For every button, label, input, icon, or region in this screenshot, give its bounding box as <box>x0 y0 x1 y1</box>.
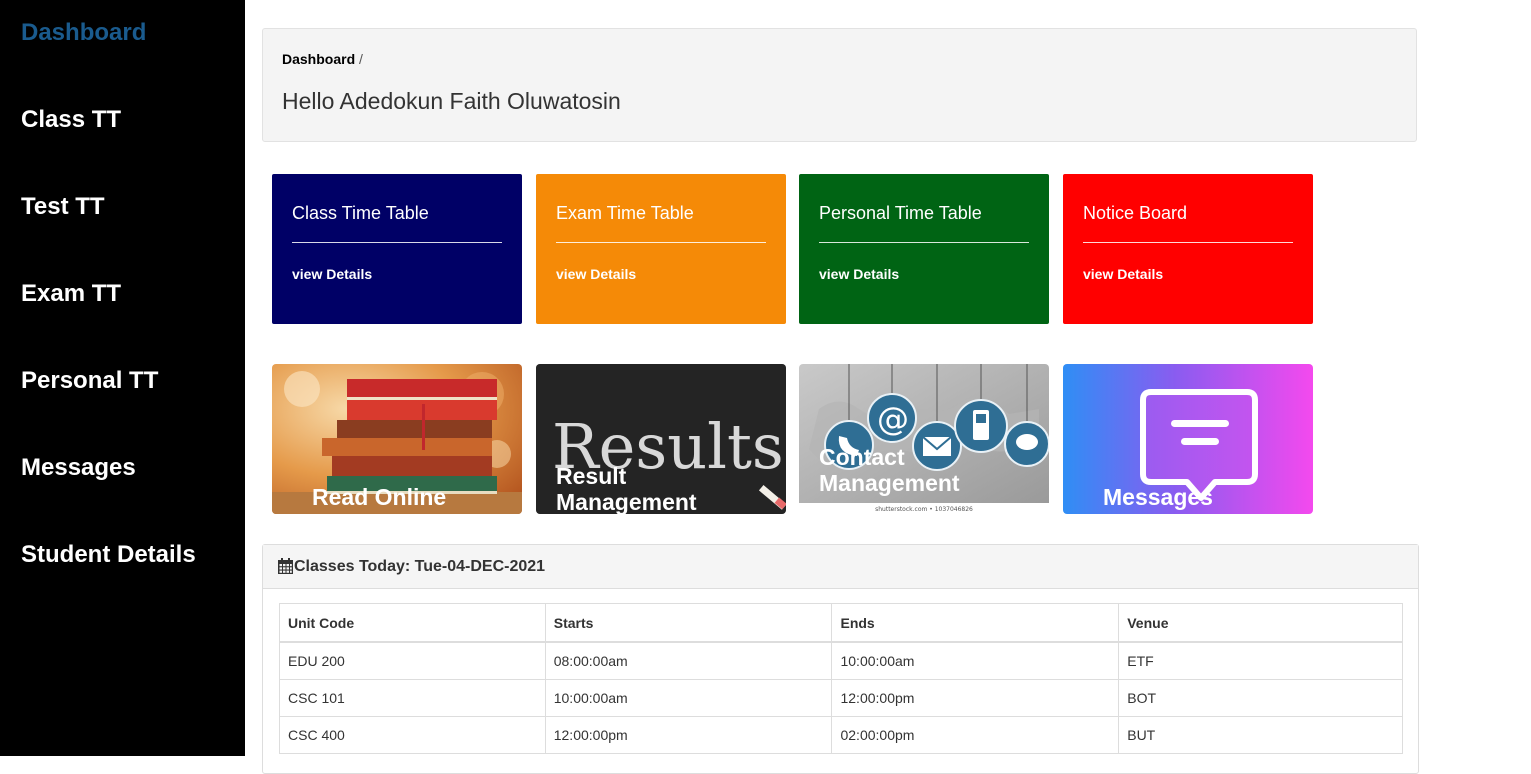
tile-label: Messages <box>1103 484 1213 510</box>
view-details-link[interactable]: view Details <box>819 266 899 282</box>
tile-label: Contact Management <box>819 444 960 496</box>
cell-venue: BUT <box>1118 716 1403 754</box>
card-title: Class Time Table <box>292 203 429 223</box>
cell-ends: 02:00:00pm <box>831 716 1120 754</box>
sidebar-item-student-details[interactable]: Student Details <box>21 541 196 569</box>
svg-text:@: @ <box>877 400 909 438</box>
column-header-venue: Venue <box>1118 603 1403 643</box>
card-title: Exam Time Table <box>556 203 694 223</box>
cell-starts: 12:00:00pm <box>544 716 833 754</box>
column-header-ends: Ends <box>831 603 1120 643</box>
breadcrumb-separator: / <box>359 51 363 67</box>
classes-table: Unit Code Starts Ends Venue EDU 200 08:0… <box>279 603 1403 754</box>
card-divider <box>292 242 502 243</box>
tile-label: Read Online <box>312 484 447 510</box>
view-details-link[interactable]: view Details <box>1083 266 1163 282</box>
view-details-link[interactable]: view Details <box>292 266 372 282</box>
sidebar-item-messages[interactable]: Messages <box>21 454 136 482</box>
view-details-link[interactable]: view Details <box>556 266 636 282</box>
table-row: CSC 400 12:00:00pm 02:00:00pm BUT <box>279 716 1403 754</box>
sidebar: Dashboard Class TT Test TT Exam TT Perso… <box>0 0 245 756</box>
exam-timetable-card[interactable]: Exam Time Table view Details <box>536 174 786 324</box>
column-header-starts: Starts <box>544 603 833 643</box>
tile-label: Result Management <box>556 463 697 514</box>
sidebar-item-personal-tt[interactable]: Personal TT <box>21 367 158 395</box>
cell-unit-code: CSC 101 <box>279 679 546 717</box>
breadcrumb-item-dashboard[interactable]: Dashboard <box>282 51 355 67</box>
table-header-row: Unit Code Starts Ends Venue <box>279 603 1403 643</box>
result-management-tile[interactable]: Results Result Management <box>536 364 786 514</box>
column-header-unit-code: Unit Code <box>279 603 546 643</box>
card-divider <box>556 242 766 243</box>
table-row: CSC 101 10:00:00am 12:00:00pm BOT <box>279 679 1403 717</box>
cell-unit-code: EDU 200 <box>279 641 546 680</box>
calendar-icon <box>278 558 293 574</box>
card-divider <box>819 242 1029 243</box>
card-title: Personal Time Table <box>819 203 982 223</box>
breadcrumb: Dashboard / <box>282 51 363 67</box>
cell-ends: 12:00:00pm <box>831 679 1120 717</box>
page-header: Dashboard / Hello Adedokun Faith Oluwato… <box>262 28 1417 142</box>
cell-ends: 10:00:00am <box>831 641 1120 680</box>
classes-today-panel: Classes Today: Tue-04-DEC-2021 Unit Code… <box>262 544 1419 774</box>
card-title: Notice Board <box>1083 203 1188 223</box>
cell-venue: BOT <box>1118 679 1403 717</box>
classes-heading-text: Classes Today: Tue-04-DEC-2021 <box>294 558 546 575</box>
cell-venue: ETF <box>1118 641 1403 680</box>
cell-starts: 08:00:00am <box>544 641 833 680</box>
card-divider <box>1083 242 1293 243</box>
read-online-tile[interactable]: Read Online <box>272 364 522 514</box>
sidebar-item-test-tt[interactable]: Test TT <box>21 193 105 221</box>
cell-unit-code: CSC 400 <box>279 716 546 754</box>
class-timetable-card[interactable]: Class Time Table view Details <box>272 174 522 324</box>
cell-starts: 10:00:00am <box>544 679 833 717</box>
classes-heading: Classes Today: Tue-04-DEC-2021 <box>263 545 1418 589</box>
watermark-text: shutterstock.com • 1037046826 <box>875 506 973 513</box>
contact-management-tile[interactable]: @ shutterstock.com • 1037046826 Contact … <box>799 364 1049 514</box>
sidebar-item-dashboard[interactable]: Dashboard <box>21 19 146 47</box>
table-row: EDU 200 08:00:00am 10:00:00am ETF <box>279 641 1403 680</box>
notice-board-card[interactable]: Notice Board view Details <box>1063 174 1313 324</box>
sidebar-item-exam-tt[interactable]: Exam TT <box>21 280 121 308</box>
greeting-text: Hello Adedokun Faith Oluwatosin <box>282 88 621 114</box>
sidebar-item-class-tt[interactable]: Class TT <box>21 106 121 134</box>
personal-timetable-card[interactable]: Personal Time Table view Details <box>799 174 1049 324</box>
messages-tile[interactable]: Messages <box>1063 364 1313 514</box>
